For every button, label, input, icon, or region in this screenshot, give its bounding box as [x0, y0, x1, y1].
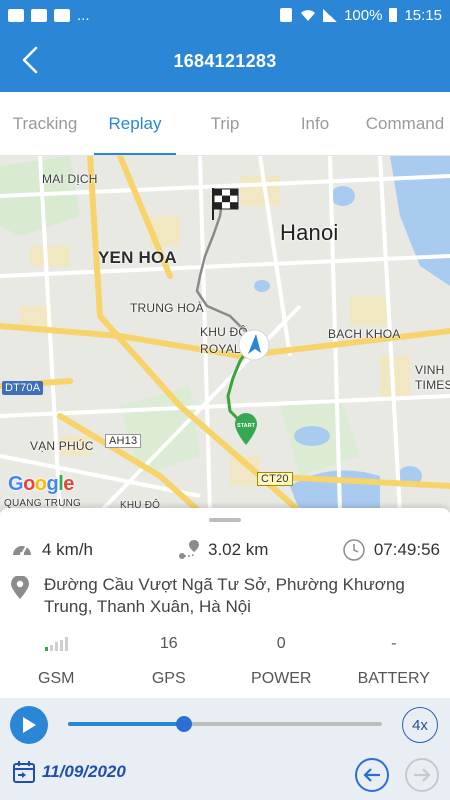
signal-bar: [59, 639, 63, 651]
tab-trip[interactable]: Trip: [180, 92, 270, 155]
map-label-van-phuc: VẠN PHÚC: [30, 439, 94, 453]
calendar-icon: [13, 761, 35, 783]
tab-bar: Tracking Replay Trip Info Command: [0, 92, 450, 156]
slider-thumb[interactable]: [176, 716, 193, 732]
route-distance-icon: [179, 540, 199, 559]
map-label-times: TIMES: [415, 378, 450, 392]
play-button[interactable]: [10, 706, 48, 744]
arrow-left-icon: [363, 768, 380, 782]
wifi-icon: [301, 10, 316, 21]
map-road-ct20: CT20: [257, 472, 293, 486]
map-label-hanoi: Hanoi: [280, 220, 339, 245]
sensor-battery-value: -: [391, 635, 397, 652]
play-icon: [23, 717, 36, 733]
signal-bars-icon: [44, 637, 68, 651]
selected-date: 11/09/2020: [42, 762, 126, 781]
speed-value: 4 km/h: [42, 540, 94, 559]
message-notification-icon: [31, 8, 47, 22]
playback-speed-button[interactable]: 4x: [402, 707, 438, 743]
address-text: Đường Cầu Vượt Ngã Tư Sở, Phường Khương …: [44, 575, 405, 616]
sensor-gps-value: 16: [159, 635, 178, 652]
status-icons-left: ...: [8, 7, 90, 24]
sensor-gps-label: GPS: [151, 670, 186, 687]
vehicle-position-icon[interactable]: [237, 328, 271, 362]
time-value: 07:49:56: [373, 540, 440, 559]
date-picker[interactable]: 11/09/2020: [12, 760, 126, 784]
sensor-battery-label: BATTERY: [357, 670, 430, 687]
sensor-gsm: GSM: [0, 632, 113, 694]
sensor-power: 0 POWER: [225, 632, 338, 694]
speedometer-icon: [13, 545, 31, 556]
map-view[interactable]: MAI DỊCH Hanoi YEN HOA TRUNG HOÀ KHU ĐÔ …: [0, 156, 450, 512]
gallery-notification-icon: [8, 8, 24, 22]
tab-info[interactable]: Info: [270, 92, 360, 155]
sensor-gsm-label: GSM: [38, 670, 75, 687]
mail-notification-icon: [54, 8, 70, 22]
distance-stat: 3.02 km: [176, 538, 268, 562]
info-panel: 4 km/h 3.02 km 07:49:56 Đường Cầu Vượt N…: [0, 508, 450, 698]
battery-icon: [389, 8, 398, 22]
map-label-vinh: VINH: [415, 363, 445, 377]
map-label-yen-hoa: YEN HOA: [98, 248, 177, 267]
start-marker-icon[interactable]: START: [233, 412, 259, 446]
clock: 15:15: [404, 6, 442, 24]
sensor-row: GSM 16 GPS 0 POWER - BATTERY: [0, 632, 450, 694]
signal-bar: [49, 644, 53, 651]
sensor-gps: 16 GPS: [113, 632, 226, 694]
tab-command[interactable]: Command: [360, 92, 450, 155]
arrow-right-icon: [414, 768, 431, 782]
sim-icon: [280, 8, 293, 22]
panel-drag-handle[interactable]: [209, 518, 241, 522]
stats-row: 4 km/h 3.02 km 07:49:56: [10, 536, 440, 564]
slider-fill: [68, 722, 185, 726]
replay-player: 4x 11/09/2020: [0, 698, 450, 800]
tab-replay[interactable]: Replay: [90, 92, 180, 155]
signal-bar: [54, 642, 58, 651]
time-stat: 07:49:56: [342, 538, 440, 562]
location-pin-icon: [11, 576, 29, 599]
device-id-title: 1684121283: [173, 50, 277, 71]
address-row: Đường Cầu Vượt Ngã Tư Sở, Phường Khương …: [10, 574, 440, 618]
map-label-bach-khoa: BACH KHOA: [328, 327, 401, 341]
sensor-power-label: POWER: [251, 670, 312, 687]
start-marker-label: START: [237, 423, 256, 429]
map-label-trung-hoa: TRUNG HOÀ: [130, 301, 204, 315]
map-road-dt70a: DT70A: [2, 381, 44, 395]
chevron-left-icon: [22, 46, 38, 74]
status-bar: ... 100% 15:15: [0, 0, 450, 30]
speed-stat: 4 km/h: [10, 538, 93, 562]
sensor-power-value: 0: [276, 635, 286, 652]
replay-progress-slider[interactable]: [68, 716, 382, 732]
previous-day-button[interactable]: [355, 758, 389, 792]
more-notifications-text: ...: [77, 6, 90, 24]
end-flag-icon[interactable]: [210, 186, 240, 222]
clock-icon: [343, 539, 365, 561]
map-road-ah13: AH13: [105, 434, 142, 448]
distance-value: 3.02 km: [208, 540, 269, 559]
signal-bar: [44, 647, 48, 651]
gsm-signal: [0, 632, 113, 656]
tab-tracking[interactable]: Tracking: [0, 92, 90, 155]
next-day-button[interactable]: [405, 758, 439, 792]
map-label-mai-dich: MAI DỊCH: [42, 172, 98, 186]
sensor-battery: - BATTERY: [338, 632, 450, 694]
status-icons-right: 100% 15:15: [279, 7, 442, 24]
back-button[interactable]: [6, 36, 54, 84]
map-label-royal: ROYAL: [200, 342, 241, 356]
cell-signal-icon: [323, 8, 338, 22]
battery-percent: 100%: [344, 6, 383, 24]
google-logo: Google: [8, 473, 74, 495]
app-bar: 1684121283: [0, 30, 450, 92]
signal-bar: [64, 637, 68, 651]
